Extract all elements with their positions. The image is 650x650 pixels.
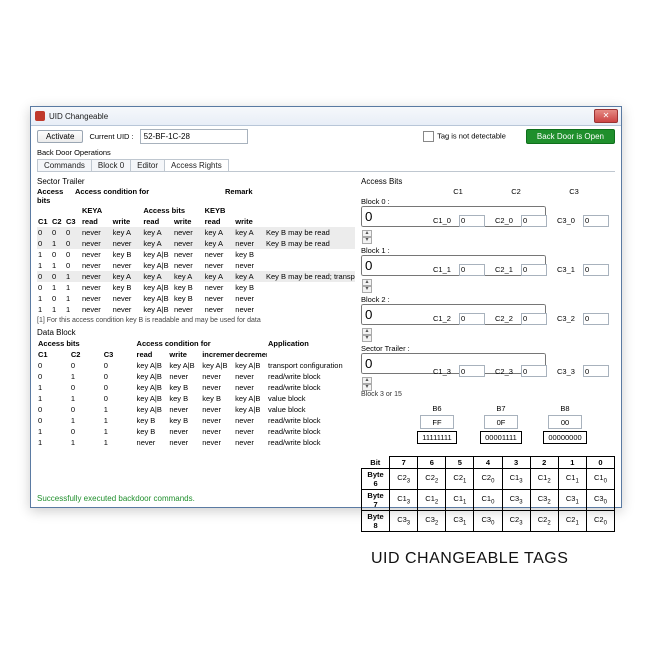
byte-hex-input[interactable] — [420, 415, 454, 429]
table-row: 100neverkey Bkey A|Bneverneverkey B — [37, 249, 355, 260]
table-row: 000neverkey Akey Aneverkey Akey AKey B m… — [37, 227, 355, 238]
uid-label: Current UID : — [89, 132, 133, 141]
app-icon — [35, 111, 45, 121]
c-value-input[interactable] — [459, 215, 485, 227]
c-value-input[interactable] — [583, 313, 609, 325]
c-label: C3_2 — [557, 314, 581, 323]
tab-commands[interactable]: Commands — [37, 159, 92, 171]
app-window: UID Changeable ✕ Activate Current UID : … — [30, 106, 622, 508]
byte-cell: B8 00000000 — [535, 404, 595, 444]
tab-access-rights[interactable]: Access Rights — [164, 159, 229, 171]
spinner[interactable]: ▴▾ — [362, 377, 372, 391]
spinner[interactable]: ▴▾ — [362, 230, 372, 244]
c-value-input[interactable] — [521, 215, 547, 227]
big-title: UID CHANGEABLE TAGS — [371, 550, 615, 568]
col-c2: C2 — [487, 187, 545, 196]
c-value-input[interactable] — [521, 365, 547, 377]
c-value-input[interactable] — [459, 313, 485, 325]
table-row: 011key Bkey Bneverneverread/write block — [37, 415, 355, 426]
c-value-input[interactable] — [583, 264, 609, 276]
byte-name: B7 — [496, 404, 505, 413]
bit-row: Byte 8C33C32C31C30C23C22C21C20 — [362, 511, 615, 532]
table-row: 001key A|Bneverneverkey A|Bvalue block — [37, 404, 355, 415]
c-value-input[interactable] — [583, 365, 609, 377]
data-block-title: Data Block — [37, 328, 355, 337]
window-title: UID Changeable — [49, 112, 108, 121]
c-label: C3_3 — [557, 367, 581, 376]
table-row: 110neverneverkey A|Bnevernevernever — [37, 260, 355, 271]
table-row: 001neverkey Akey Akey Akey Akey AKey B m… — [37, 271, 355, 282]
table-row: 010key A|Bneverneverneverread/write bloc… — [37, 371, 355, 382]
st-footnote: [1] For this access condition key B is r… — [37, 317, 355, 324]
backdoor-badge: Back Door is Open — [526, 129, 615, 144]
c-label: C1_3 — [433, 367, 457, 376]
bit-row: Byte 6C23C22C21C20C13C12C11C10 — [362, 469, 615, 490]
col-c1: C1 — [429, 187, 487, 196]
table-row: 101neverneverkey A|Bkey Bnevernever — [37, 293, 355, 304]
bit-row: Byte 7C13C12C11C10C33C32C31C30 — [362, 490, 615, 511]
access-bits-title: Access Bits — [361, 177, 615, 186]
sector-trailer-title: Sector Trailer — [37, 177, 355, 186]
c-value-input[interactable] — [521, 264, 547, 276]
col-c3: C3 — [545, 187, 603, 196]
byte-bin: 00000000 — [543, 431, 586, 444]
byte-hex-input[interactable] — [548, 415, 582, 429]
c-value-input[interactable] — [521, 313, 547, 325]
c-value-input[interactable] — [459, 264, 485, 276]
hdr-accessbits: Access bits — [37, 187, 75, 205]
byte-bin: 00001111 — [480, 431, 522, 444]
uid-input[interactable] — [140, 129, 248, 144]
c-value-input[interactable] — [459, 365, 485, 377]
byte-hex-input[interactable] — [484, 415, 518, 429]
table-row: 110key A|Bkey Bkey Bkey A|Bvalue block — [37, 393, 355, 404]
bit-table: Bit76543210 Byte 6C23C22C21C20C13C12C11C… — [361, 456, 615, 532]
c-label: C2_3 — [495, 367, 519, 376]
byte-name: B8 — [560, 404, 569, 413]
titlebar: UID Changeable ✕ — [31, 107, 621, 126]
c-label: C3_0 — [557, 216, 581, 225]
byte-name: B6 — [432, 404, 441, 413]
spinner[interactable]: ▴▾ — [362, 328, 372, 342]
tab-block0[interactable]: Block 0 — [91, 159, 131, 171]
tag-detect-check[interactable]: Tag is not detectable — [423, 131, 506, 142]
sector-trailer-table: KEYA Access bits KEYB C1 C2 C3 read writ… — [37, 205, 355, 315]
c-label: C1_1 — [433, 265, 457, 274]
status-message: Successfully executed backdoor commands. — [37, 494, 195, 503]
byte-cell: B7 00001111 — [471, 404, 531, 444]
spinner[interactable]: ▴▾ — [362, 279, 372, 293]
tabs: Commands Block 0 Editor Access Rights — [37, 159, 615, 172]
data-block-table: Access bits Access condition for Applica… — [37, 338, 355, 448]
table-row: 011neverkey Bkey A|Bkey Bneverkey B — [37, 282, 355, 293]
c-label: C1_2 — [433, 314, 457, 323]
hdr-cond: Access condition for — [75, 187, 225, 205]
c-label: C1_0 — [433, 216, 457, 225]
hdr-remark: Remark — [225, 187, 355, 205]
ab-row-label: Block 0 : ▴▾ — [361, 197, 429, 244]
activate-button[interactable]: Activate — [37, 130, 83, 143]
ab-row-label: Sector Trailer : ▴▾Block 3 or 15 — [361, 344, 429, 398]
c-label: C2_1 — [495, 265, 519, 274]
c-value-input[interactable] — [583, 215, 609, 227]
table-row: 111neverneverneverneverread/write block — [37, 437, 355, 448]
table-row: 111neverneverkey A|Bnevernevernever — [37, 304, 355, 315]
table-row: 010neverneverkey Aneverkey AneverKey B m… — [37, 238, 355, 249]
byte-bin: 11111111 — [417, 431, 456, 444]
close-button[interactable]: ✕ — [594, 109, 618, 123]
tab-editor[interactable]: Editor — [130, 159, 165, 171]
byte-cell: B6 11111111 — [407, 404, 467, 444]
c-label: C2_0 — [495, 216, 519, 225]
table-row: 100key A|Bkey Bneverneverread/write bloc… — [37, 382, 355, 393]
ab-row-label: Block 2 : ▴▾ — [361, 295, 429, 342]
c-label: C2_2 — [495, 314, 519, 323]
c-label: C3_1 — [557, 265, 581, 274]
ab-row-label: Block 1 : ▴▾ — [361, 246, 429, 293]
backdoor-ops-label: Back Door Operations — [37, 148, 615, 157]
table-row: 000key A|Bkey A|Bkey A|Bkey A|Btransport… — [37, 360, 355, 371]
table-row: 101key Bneverneverneverread/write block — [37, 426, 355, 437]
